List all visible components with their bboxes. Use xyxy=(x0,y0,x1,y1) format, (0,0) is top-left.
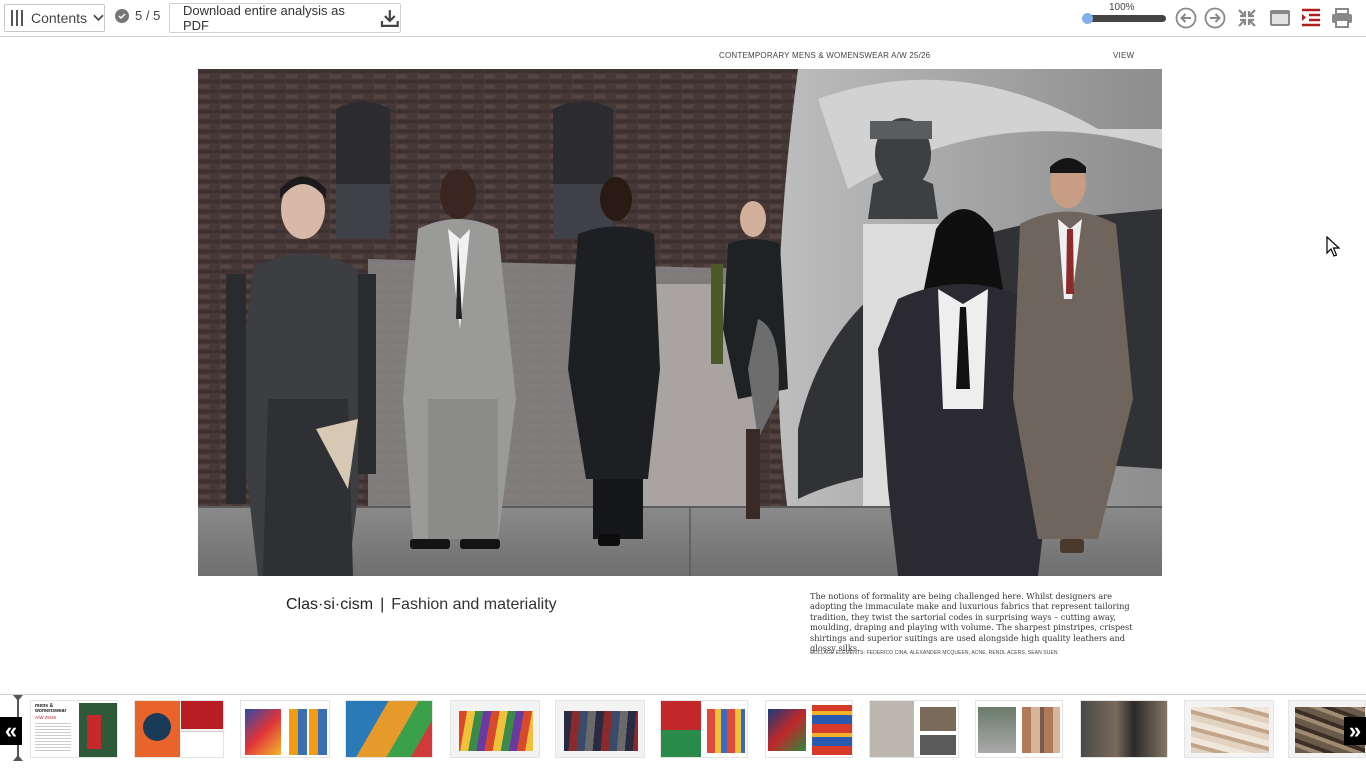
section-body-text: The notions of formality are being chall… xyxy=(810,591,1133,654)
thumbnail-page-10[interactable] xyxy=(975,700,1063,758)
check-circle-icon xyxy=(115,8,129,23)
contents-button[interactable]: Contents xyxy=(4,4,105,32)
print-button[interactable] xyxy=(1329,5,1355,31)
collapse-button[interactable] xyxy=(1234,5,1260,31)
zoom-track[interactable] xyxy=(1084,15,1166,22)
collage-illustration xyxy=(198,69,1162,576)
view-link[interactable]: VIEW xyxy=(1113,51,1134,60)
thumbnail-strip: mens & womenswear A/W 25/26 « » xyxy=(0,694,1366,769)
thumbnail-page-2[interactable] xyxy=(134,700,224,758)
section-subtitle: Fashion and materiality xyxy=(391,596,557,613)
arrow-right-circle-icon xyxy=(1204,7,1226,29)
page-count: 5 / 5 xyxy=(135,8,161,23)
cover-title: mens & womenswear xyxy=(35,703,67,714)
collage-credits: COLLAGE ELEMENTS: FEDERICO CINA, ALEXAND… xyxy=(810,650,1058,656)
thumbnail-page-4[interactable] xyxy=(345,700,433,758)
title-separator: | xyxy=(380,596,385,613)
mouse-cursor-icon xyxy=(1326,236,1340,257)
zoom-label: 100% xyxy=(1109,2,1135,13)
thumbnail-page-6[interactable] xyxy=(555,700,645,758)
zoom-slider[interactable]: 100% xyxy=(1082,2,1168,32)
page-header: CONTEMPORARY MENS & WOMENSWEAR A/W 25/26 xyxy=(719,51,931,60)
download-pdf-button[interactable]: Download entire analysis as PDF xyxy=(169,3,401,33)
next-page-button[interactable] xyxy=(1202,5,1228,31)
print-icon xyxy=(1332,8,1352,28)
single-page-icon xyxy=(1270,10,1290,26)
zoom-knob[interactable] xyxy=(1082,13,1093,24)
thumbnail-page-12[interactable] xyxy=(1184,700,1274,758)
thumbnail-page-3[interactable] xyxy=(240,700,330,758)
section-title: Clas·si·cism | Fashion and materiality xyxy=(286,596,557,614)
strip-prev-button[interactable]: « xyxy=(0,717,22,745)
thumbnail-page-11[interactable] xyxy=(1080,700,1168,758)
download-label: Download entire analysis as PDF xyxy=(183,3,345,33)
thumbnail-page-7[interactable] xyxy=(660,700,748,758)
contents-bars-icon xyxy=(11,10,23,26)
chevron-down-icon xyxy=(93,14,104,21)
download-icon xyxy=(381,10,400,27)
arrow-left-circle-icon xyxy=(1175,7,1197,29)
strip-next-button[interactable]: » xyxy=(1344,717,1366,745)
collage-image xyxy=(198,69,1162,576)
toolbar: Contents 5 / 5 Download entire analysis … xyxy=(0,0,1366,37)
thumbnail-page-8[interactable] xyxy=(765,700,853,758)
thumbnail-page-1[interactable]: mens & womenswear A/W 25/26 xyxy=(30,700,118,758)
previous-page-button[interactable] xyxy=(1173,5,1199,31)
single-page-view-button[interactable] xyxy=(1267,5,1293,31)
thumbnail-page-5[interactable] xyxy=(450,700,540,758)
outline-icon xyxy=(1302,8,1320,27)
contents-label: Contents xyxy=(31,10,88,26)
page-indicator: 5 / 5 xyxy=(115,8,160,23)
collapse-icon xyxy=(1238,9,1256,27)
thumbnail-page-9[interactable] xyxy=(869,700,959,758)
section-title-word: Clas·si·cism xyxy=(286,596,374,613)
outline-toggle-button[interactable] xyxy=(1298,5,1324,31)
cover-subtitle: A/W 25/26 xyxy=(35,715,57,720)
